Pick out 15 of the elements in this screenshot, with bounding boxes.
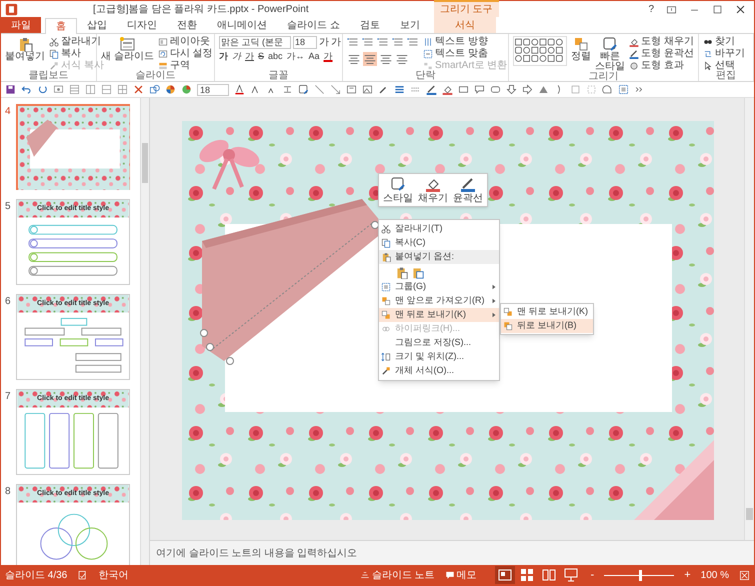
menu-section-header: 붙여넣기 옵션: (379, 250, 499, 264)
contextual-group-label: 그리기 도구 (434, 0, 499, 17)
slide-number: 8 (5, 485, 12, 499)
group-label: 클립보드 (28, 71, 68, 81)
group-label: 그리기 (588, 72, 618, 82)
slide-number: 4 (5, 105, 12, 119)
slide-indicator: 슬라이드 4/36 (5, 568, 68, 582)
window-title: [고급형]봄을 담은 플라워 카드.pptx - PowerPoint (93, 3, 309, 17)
group-label: 슬라이드 (136, 71, 176, 81)
slide-number: 5 (5, 200, 12, 214)
slide-number: 7 (5, 390, 12, 404)
group-label: 편집 (716, 71, 736, 81)
group-label: 글꼴 (268, 70, 288, 80)
group-label: 단락 (416, 71, 436, 81)
slide-number: 6 (5, 295, 12, 309)
